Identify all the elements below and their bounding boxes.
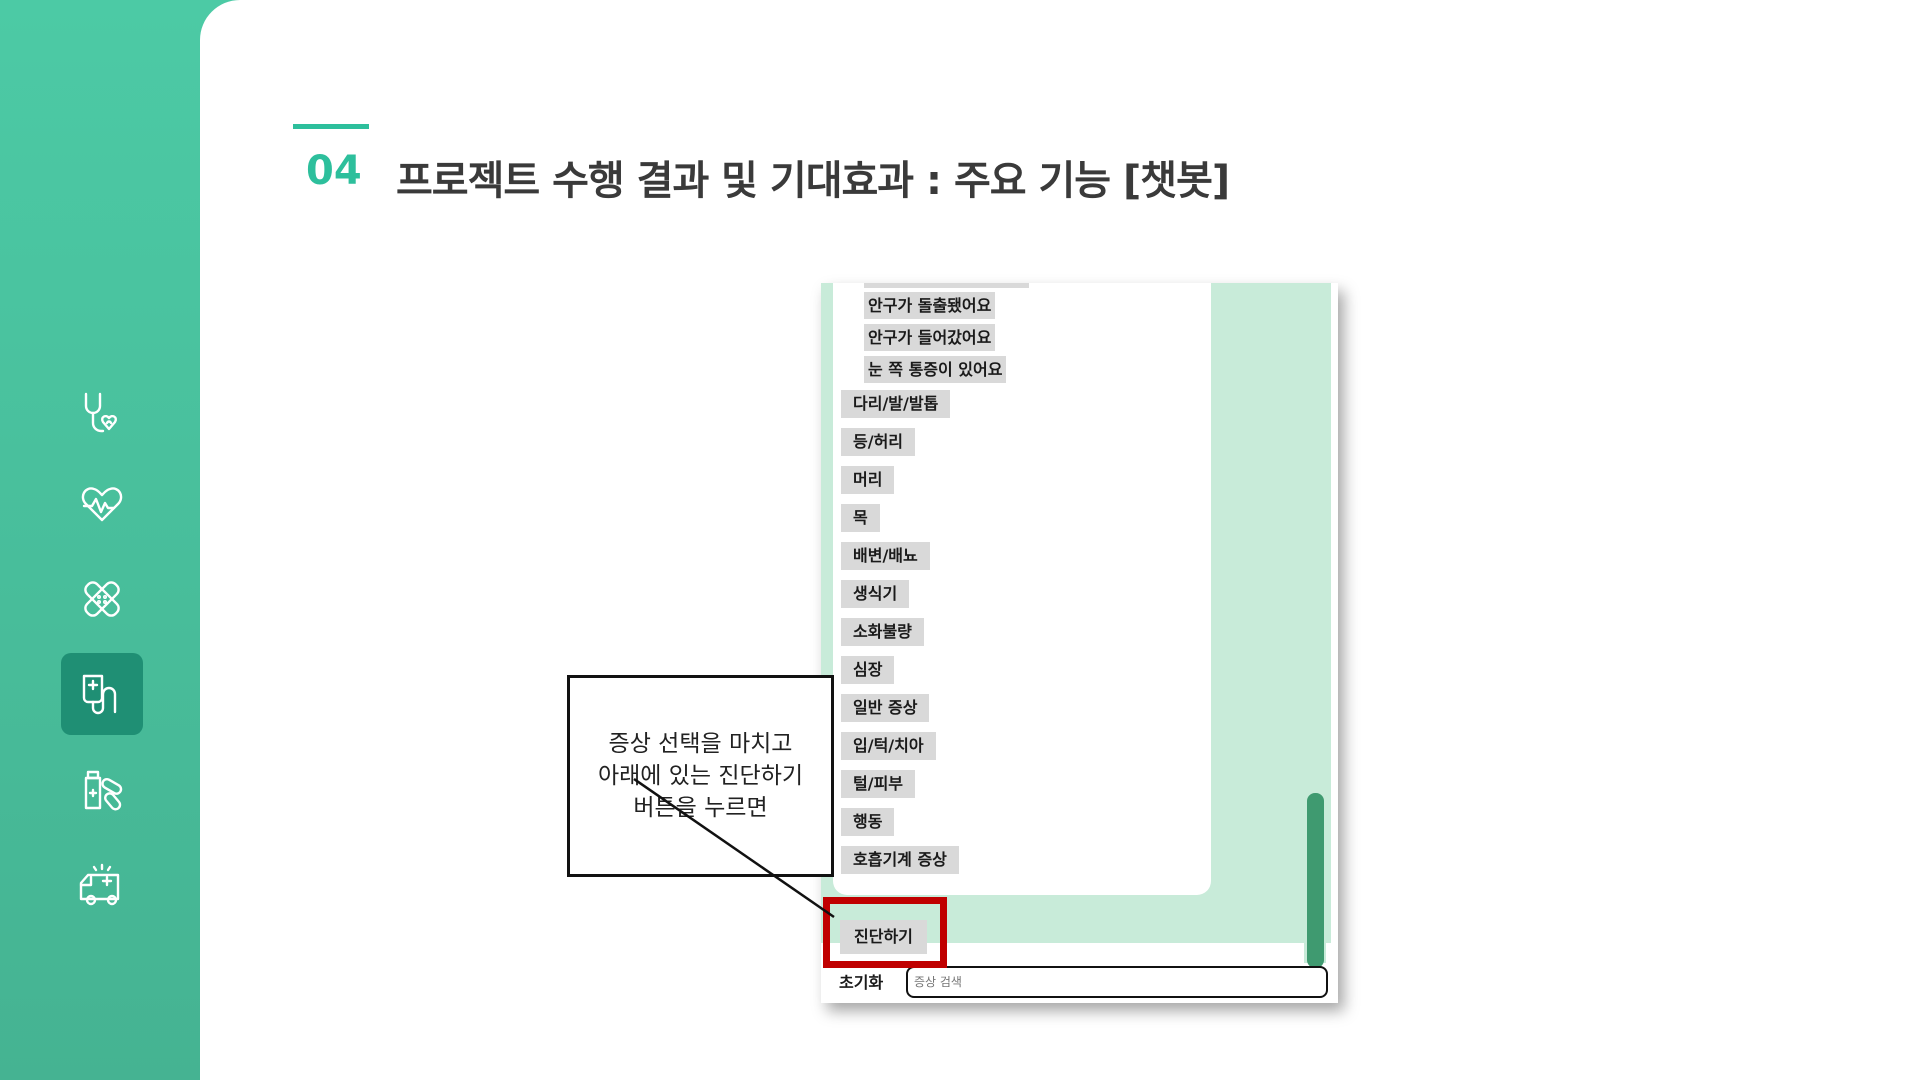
category-chip[interactable]: 배변/배뇨 [841, 542, 930, 570]
sub-option-chip[interactable]: 안구가 돌출됐어요 [864, 292, 996, 319]
sub-option-chip[interactable]: 눈 쪽 통증이 있어요 [864, 356, 1007, 383]
iv-drip-icon [82, 674, 117, 715]
category-chip[interactable]: 등/허리 [841, 428, 916, 456]
category-chip[interactable]: 소화불량 [841, 618, 924, 646]
category-chip[interactable]: 머리 [841, 466, 895, 494]
title-accent-line [293, 124, 369, 129]
reset-button[interactable]: 초기화 [839, 969, 883, 993]
sidebar-item-medicine[interactable] [61, 751, 143, 833]
sidebar-item-iv-drip[interactable] [61, 653, 143, 735]
scrollbar-thumb[interactable] [1307, 793, 1324, 968]
category-chip[interactable]: 다리/발/발톱 [841, 390, 951, 418]
bandage-icon [84, 581, 120, 617]
stethoscope-heart-icon [84, 392, 117, 433]
category-chip[interactable]: 목 [841, 504, 880, 532]
section-number: 04 [306, 148, 362, 194]
option-chip-partial[interactable] [864, 283, 1029, 288]
category-chip[interactable]: 행동 [841, 808, 895, 836]
sidebar-item-heartbeat[interactable] [61, 463, 143, 545]
sidebar-item-bandage[interactable] [61, 558, 143, 640]
symptom-search-input[interactable] [906, 966, 1328, 998]
sub-option-chip[interactable]: 안구가 들어갔어요 [864, 324, 996, 351]
callout-line: 버튼을 누르면 [633, 795, 768, 821]
category-chip[interactable]: 호흡기계 증상 [841, 846, 959, 874]
category-chip[interactable]: 입/턱/치아 [841, 732, 936, 760]
sidebar-item-ambulance[interactable] [61, 846, 143, 928]
callout-line: 증상 선택을 마치고 [608, 731, 793, 757]
callout-line: 아래에 있는 진단하기 [597, 763, 804, 789]
heartbeat-icon [81, 487, 123, 522]
page-title: 프로젝트 수행 결과 및 기대효과 : 주요 기능 [챗봇] [396, 158, 1230, 204]
diagnose-highlight-box [823, 897, 947, 968]
sidebar [0, 0, 200, 1080]
slide-panel: 04 프로젝트 수행 결과 및 기대효과 : 주요 기능 [챗봇] 안구가 돌출… [200, 0, 1920, 1080]
category-chip[interactable]: 털/피부 [841, 770, 916, 798]
callout-box: 증상 선택을 마치고 아래에 있는 진단하기 버튼을 누르면 [567, 675, 834, 877]
sidebar-item-stethoscope[interactable] [61, 373, 143, 455]
ambulance-icon [79, 863, 120, 906]
medicine-bottle-pill-icon [84, 770, 123, 811]
category-chip[interactable]: 일반 증상 [841, 694, 930, 722]
category-chip[interactable]: 심장 [841, 656, 895, 684]
chatbot-screenshot: 안구가 돌출됐어요 안구가 들어갔어요 눈 쪽 통증이 있어요 다리/발/발톱 … [821, 283, 1338, 1003]
category-chip[interactable]: 생식기 [841, 580, 910, 608]
